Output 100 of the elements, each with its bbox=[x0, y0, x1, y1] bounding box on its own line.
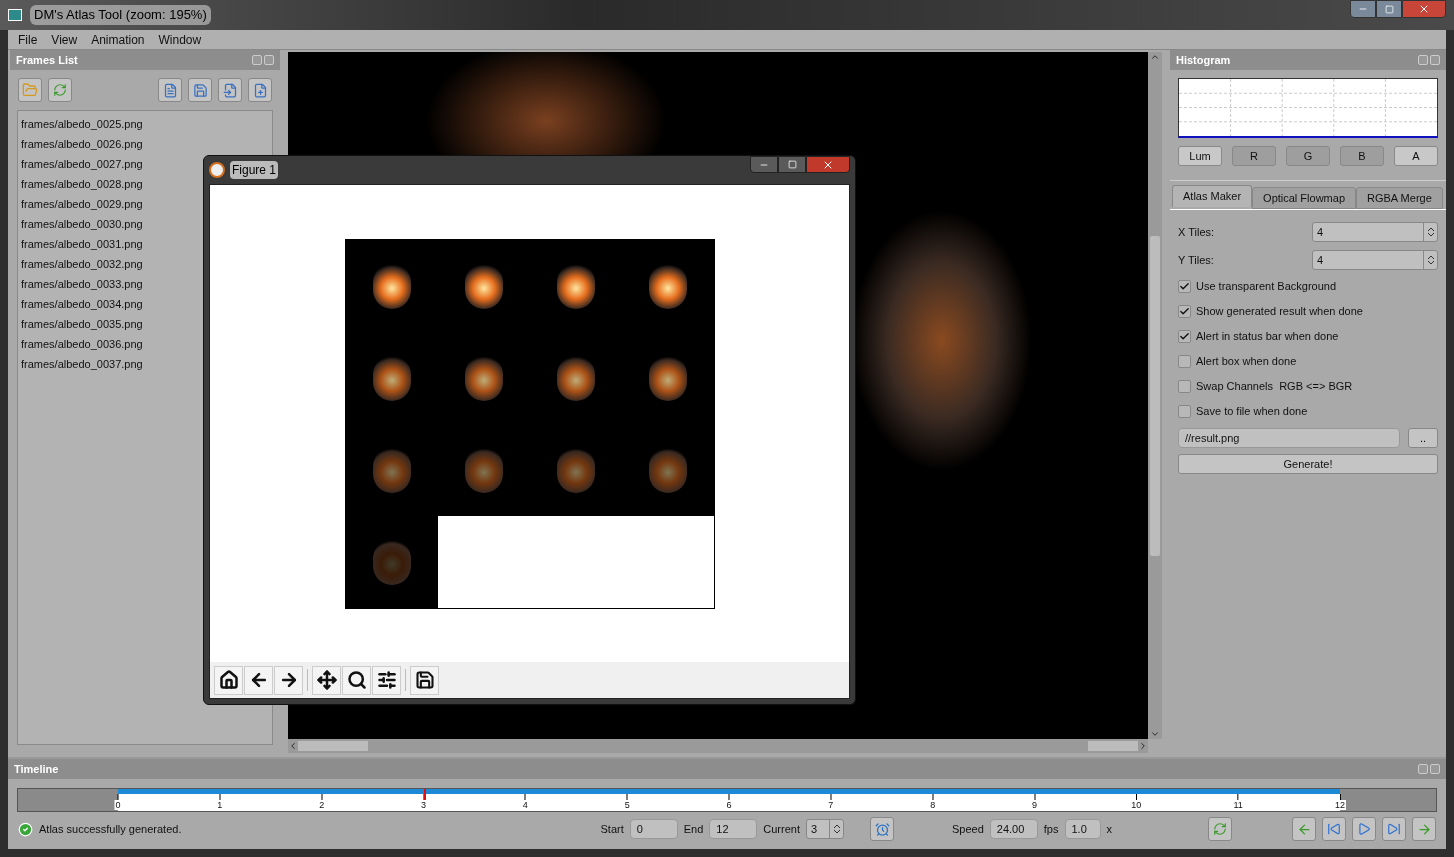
frame-item[interactable]: frames/albedo_0025.png bbox=[21, 114, 269, 134]
menu-item[interactable]: Window bbox=[158, 30, 202, 49]
checkbox[interactable] bbox=[1178, 405, 1191, 418]
document-icon bbox=[162, 82, 178, 98]
scrollbar-thumb[interactable] bbox=[298, 741, 368, 751]
forward-button[interactable] bbox=[274, 665, 303, 695]
next-button[interactable] bbox=[1412, 817, 1436, 841]
checkbox-label: Use transparent Background bbox=[1196, 279, 1337, 295]
alarm-clock-icon bbox=[874, 821, 890, 837]
play-icon bbox=[1357, 822, 1371, 836]
checkbox[interactable] bbox=[1178, 355, 1191, 368]
checkbox-label: Show generated result when done bbox=[1196, 304, 1363, 320]
figure-icon bbox=[209, 162, 225, 178]
back-button[interactable] bbox=[244, 665, 273, 695]
channel-button[interactable]: Lum bbox=[1178, 146, 1222, 166]
speed-field[interactable]: 24.00 bbox=[989, 819, 1038, 839]
refresh-button[interactable] bbox=[48, 78, 72, 102]
channel-button[interactable]: R bbox=[1232, 146, 1276, 166]
tick-label: 7 bbox=[827, 800, 835, 810]
generate-button[interactable]: Generate! bbox=[1178, 454, 1438, 474]
multiplier-field[interactable]: 1.0 bbox=[1064, 819, 1101, 839]
zoom-button[interactable] bbox=[342, 665, 371, 695]
minimize-button[interactable] bbox=[750, 156, 778, 173]
channel-button[interactable]: B bbox=[1340, 146, 1384, 166]
scroll-left-icon bbox=[288, 741, 298, 751]
alarm-clock-button[interactable] bbox=[870, 817, 894, 841]
panel-title: Histogram bbox=[1176, 52, 1231, 68]
panel-title: Frames List bbox=[16, 52, 78, 68]
refresh-icon bbox=[1213, 822, 1227, 836]
field-label: Y Tiles: bbox=[1178, 252, 1214, 268]
last-frame-button[interactable] bbox=[1382, 817, 1406, 841]
current-spinbox[interactable]: 3 bbox=[806, 819, 844, 839]
fire-drawing bbox=[464, 354, 503, 401]
frame-item[interactable]: frames/albedo_0026.png bbox=[21, 134, 269, 154]
minimize-button[interactable] bbox=[1350, 0, 1376, 18]
close-button[interactable] bbox=[806, 156, 850, 173]
scrollbar-thumb[interactable] bbox=[1150, 235, 1160, 556]
browse-button[interactable]: .. bbox=[1408, 428, 1438, 448]
end-field[interactable]: 12 bbox=[709, 819, 758, 839]
skip-back-icon bbox=[1327, 822, 1341, 836]
menu-item[interactable]: File bbox=[18, 30, 38, 49]
vertical-scrollbar[interactable] bbox=[1148, 52, 1162, 739]
checkbox-label: Swap Channels RGB <=> BGR bbox=[1196, 379, 1353, 395]
file-arrow-icon bbox=[222, 82, 238, 98]
loop-button[interactable] bbox=[1208, 817, 1232, 841]
checkbox-label: Save to file when done bbox=[1196, 404, 1308, 420]
spin-arrows-icon[interactable] bbox=[1423, 223, 1437, 241]
checkbox[interactable] bbox=[1178, 380, 1191, 393]
start-field[interactable]: 0 bbox=[629, 819, 678, 839]
tab[interactable]: RGBA Merge bbox=[1356, 187, 1443, 209]
channel-button[interactable]: G bbox=[1286, 146, 1330, 166]
checkbox[interactable] bbox=[1178, 305, 1191, 318]
channel-button[interactable]: A bbox=[1394, 146, 1438, 166]
document-button[interactable] bbox=[158, 78, 182, 102]
tiles-spinbox[interactable]: 4 bbox=[1312, 250, 1438, 270]
tick-label: 3 bbox=[420, 800, 427, 810]
menu-item[interactable]: View bbox=[51, 30, 78, 49]
tick-label: 11 bbox=[1232, 800, 1244, 810]
tab[interactable]: Atlas Maker bbox=[1172, 185, 1253, 207]
timeline-ruler[interactable]: 0 1 2 3 4 5 6 7 8 9 10 11 12 bbox=[17, 788, 1437, 812]
horizontal-scrollbar[interactable] bbox=[288, 739, 1148, 753]
window-title: DM's Atlas Tool (zoom: 195%) bbox=[30, 5, 211, 25]
add-file-button[interactable] bbox=[248, 78, 272, 102]
tick-label: 1 bbox=[216, 800, 224, 810]
file-plus-icon bbox=[252, 82, 268, 98]
save-button[interactable] bbox=[410, 665, 439, 695]
tick-label: 2 bbox=[318, 800, 326, 810]
move-arrows-icon bbox=[316, 670, 337, 690]
tick-label: 12 bbox=[1334, 800, 1346, 810]
spin-arrows-icon[interactable] bbox=[1423, 251, 1437, 269]
field-label: Speed bbox=[952, 821, 984, 837]
close-button[interactable] bbox=[1402, 0, 1446, 18]
tick-label: 9 bbox=[1031, 800, 1038, 810]
previous-button[interactable] bbox=[1292, 817, 1316, 841]
import-button[interactable] bbox=[218, 78, 242, 102]
tiles-spinbox[interactable]: 4 bbox=[1312, 222, 1438, 242]
checkbox[interactable] bbox=[1178, 280, 1191, 293]
open-folder-button[interactable] bbox=[18, 78, 42, 102]
home-button[interactable] bbox=[214, 665, 243, 695]
play-button[interactable] bbox=[1352, 817, 1376, 841]
search-icon bbox=[346, 670, 367, 690]
float-icon[interactable] bbox=[252, 55, 262, 65]
pan-button[interactable] bbox=[312, 665, 341, 695]
folder-icon bbox=[22, 82, 38, 98]
checkbox[interactable] bbox=[1178, 330, 1191, 343]
float-icon[interactable] bbox=[1418, 55, 1428, 65]
first-frame-button[interactable] bbox=[1322, 817, 1346, 841]
configure-button[interactable] bbox=[372, 665, 401, 695]
maximize-button[interactable] bbox=[778, 156, 806, 173]
menu-item[interactable]: Animation bbox=[91, 30, 145, 49]
float-icon[interactable] bbox=[1418, 764, 1428, 774]
tab[interactable]: Optical Flowmap bbox=[1252, 187, 1356, 209]
scroll-right-icon bbox=[1138, 741, 1148, 751]
spin-arrows-icon[interactable] bbox=[829, 820, 843, 838]
output-path-field[interactable]: //result.png bbox=[1178, 428, 1400, 448]
maximize-button[interactable] bbox=[1376, 0, 1402, 18]
field-label: X Tiles: bbox=[1178, 224, 1215, 240]
fire-drawing bbox=[648, 446, 687, 493]
panel-title: Timeline bbox=[14, 761, 59, 777]
scrollbar-thumb[interactable] bbox=[1088, 741, 1138, 751]
